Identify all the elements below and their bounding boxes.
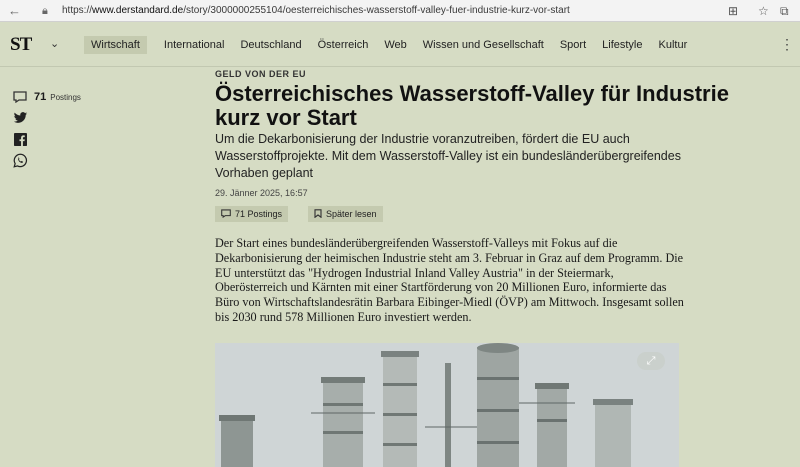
- nav-item-deutschland[interactable]: Deutschland: [233, 36, 308, 54]
- article-body: Der Start eines bundesländerübergreifend…: [215, 236, 684, 324]
- nav-item-oesterreich[interactable]: Österreich: [311, 36, 376, 54]
- browser-toolbar: ← 🔒︎ https://www.derstandard.de/story/30…: [0, 0, 800, 22]
- expand-image-icon[interactable]: ⤢: [637, 352, 665, 370]
- address-bar[interactable]: https://www.derstandard.de/story/3000000…: [62, 4, 570, 18]
- nav-item-wirtschaft[interactable]: Wirtschaft: [84, 36, 147, 54]
- article-photo[interactable]: ⤢: [215, 343, 679, 467]
- chevron-down-icon[interactable]: ⌄: [50, 37, 59, 50]
- share-whatsapp[interactable]: [12, 153, 28, 168]
- publish-date: 29. Jänner 2025, 16:57: [215, 188, 308, 198]
- more-menu-icon[interactable]: ⋮: [780, 36, 794, 53]
- nav-item-lifestyle[interactable]: Lifestyle: [595, 36, 649, 54]
- nav-item-web[interactable]: Web: [377, 36, 413, 54]
- twitter-icon: [12, 111, 28, 125]
- postings-button-label: 71 Postings: [235, 209, 283, 219]
- back-arrow-icon[interactable]: ←: [8, 2, 21, 20]
- nav-item-wissen[interactable]: Wissen und Gesellschaft: [416, 36, 551, 54]
- share-facebook[interactable]: [12, 132, 28, 146]
- nav-item-kultur[interactable]: Kultur: [652, 36, 695, 54]
- whatsapp-icon: [12, 153, 28, 168]
- nav-item-sport[interactable]: Sport: [553, 36, 593, 54]
- postings-count: 71: [34, 91, 47, 103]
- postings-label: Postings: [50, 92, 81, 102]
- main-navigation: Wirtschaft International Deutschland Öst…: [84, 36, 696, 54]
- tab-grid-icon[interactable]: ⊞: [728, 3, 738, 19]
- article-lead: Um die Dekarbonisierung der Industrie vo…: [215, 132, 681, 180]
- facebook-icon: [12, 132, 28, 146]
- article-kicker: GELD VON DER EU: [215, 69, 307, 79]
- article-headline: Österreichisches Wasserstoff-Valley für …: [215, 81, 729, 130]
- favorite-star-icon[interactable]: ☆: [758, 3, 769, 19]
- share-twitter[interactable]: [12, 111, 28, 125]
- site-logo[interactable]: ST: [10, 34, 32, 56]
- lock-icon[interactable]: 🔒︎: [42, 2, 48, 20]
- comment-icon: [221, 208, 231, 220]
- industrial-towers-illustration: [215, 343, 679, 467]
- nav-item-international[interactable]: International: [157, 36, 232, 54]
- read-later-button-label: Später lesen: [326, 209, 377, 219]
- postings-link[interactable]: 71 Postings: [12, 90, 81, 104]
- collections-icon[interactable]: ⧉: [780, 3, 789, 19]
- postings-button[interactable]: 71 Postings: [215, 206, 289, 222]
- comment-icon: [12, 90, 28, 104]
- site-header: ST ⌄ Wirtschaft International Deutschlan…: [0, 22, 800, 67]
- bookmark-icon: [314, 208, 322, 220]
- read-later-button[interactable]: Später lesen: [308, 206, 383, 222]
